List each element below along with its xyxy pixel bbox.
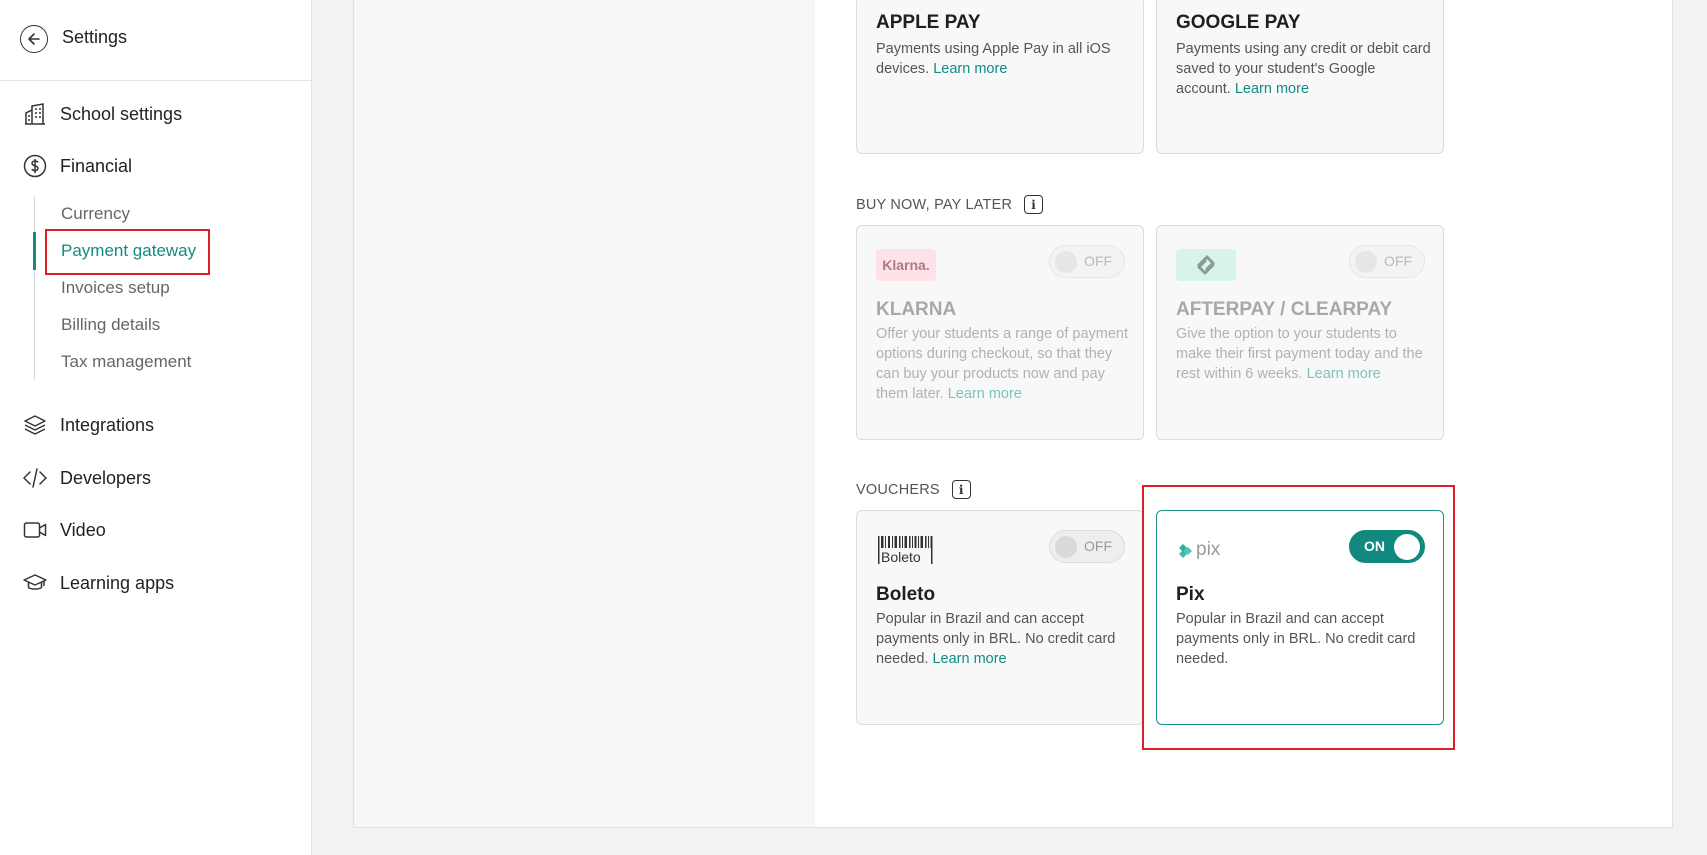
klarna-card: Klarna. OFF KLARNA Offer your students a… — [856, 225, 1144, 440]
section-title-text: BUY NOW, PAY LATER — [856, 196, 1013, 213]
section-title-text: VOUCHERS — [856, 481, 940, 498]
card-description: Offer your students a range of payment o… — [876, 326, 1129, 402]
sidebar-item-financial[interactable]: Financial — [22, 153, 132, 179]
toggle-knob — [1055, 536, 1077, 558]
sidebar-item-label: School settings — [60, 103, 183, 124]
google-pay-card: GOOGLE PAY Payments using any credit or … — [1156, 0, 1444, 154]
sidebar-item-learning-apps[interactable]: Learning apps — [22, 570, 174, 596]
boleto-card: Boleto OFF Boleto Popular in Brazil and … — [856, 510, 1144, 725]
toggle-label: OFF — [1084, 253, 1112, 269]
highlight-box — [45, 229, 210, 275]
main-left-column — [354, 0, 815, 827]
layers-icon — [22, 412, 48, 438]
toggle-label: OFF — [1384, 253, 1412, 269]
sidebar-subitem-billing-details[interactable]: Billing details — [61, 315, 160, 335]
settings-sidebar: Settings School settings Financial Curre… — [0, 0, 312, 855]
dollar-icon — [22, 153, 48, 179]
afterpay-card: OFF AFTERPAY / CLEARPAY Give the option … — [1156, 225, 1444, 440]
bnpl-section-title: BUY NOW, PAY LATER i — [856, 195, 1044, 214]
sidebar-item-label: Video — [60, 519, 106, 540]
video-icon — [22, 517, 48, 543]
building-icon — [22, 101, 48, 127]
info-icon[interactable]: i — [1024, 195, 1044, 214]
submenu-active-indicator — [33, 232, 36, 270]
card-description: Payments using any credit or debit card … — [1176, 41, 1431, 97]
boleto-toggle[interactable]: OFF — [1049, 530, 1125, 563]
learn-more-link[interactable]: Learn more — [948, 386, 1022, 402]
card-title: KLARNA — [876, 299, 957, 320]
svg-text:Boleto: Boleto — [881, 549, 921, 565]
submenu-line — [34, 196, 35, 380]
card-title: Boleto — [876, 584, 936, 605]
main-panel: APPLE PAY Payments using Apple Pay in al… — [353, 0, 1673, 828]
sidebar-item-label: Financial — [60, 155, 133, 176]
card-description: Payments using Apple Pay in all iOS devi… — [876, 41, 1111, 77]
toggle-label: OFF — [1084, 538, 1112, 554]
sidebar-item-school-settings[interactable]: School settings — [22, 101, 182, 127]
card-title: AFTERPAY / CLEARPAY — [1176, 299, 1393, 320]
vouchers-section-title: VOUCHERS i — [856, 480, 971, 499]
toggle-knob — [1055, 251, 1077, 273]
learn-more-link[interactable]: Learn more — [1235, 81, 1309, 97]
sidebar-title: Settings — [62, 26, 128, 47]
klarna-toggle[interactable]: OFF — [1049, 245, 1125, 278]
learn-more-link[interactable]: Learn more — [1307, 366, 1381, 382]
afterpay-logo — [1176, 249, 1236, 281]
apple-pay-card: APPLE PAY Payments using Apple Pay in al… — [856, 0, 1144, 154]
afterpay-toggle[interactable]: OFF — [1349, 245, 1425, 278]
card-description: Popular in Brazil and can accept payment… — [876, 611, 1116, 667]
sidebar-item-integrations[interactable]: Integrations — [22, 412, 154, 438]
sidebar-item-label: Integrations — [60, 414, 155, 435]
card-description: Give the option to your students to make… — [1176, 326, 1423, 382]
learn-more-link[interactable]: Learn more — [933, 61, 1007, 77]
card-title: GOOGLE PAY — [1176, 12, 1301, 33]
back-arrow-icon[interactable] — [20, 25, 48, 53]
learn-more-link[interactable]: Learn more — [932, 651, 1006, 667]
sidebar-subitem-tax-management[interactable]: Tax management — [61, 352, 191, 372]
card-title: APPLE PAY — [876, 12, 981, 33]
graduation-cap-icon — [22, 570, 48, 596]
sidebar-item-video[interactable]: Video — [22, 517, 106, 543]
boleto-logo: Boleto — [876, 535, 936, 565]
sidebar-item-developers[interactable]: Developers — [22, 465, 151, 491]
toggle-knob — [1355, 251, 1377, 273]
sidebar-header: Settings — [0, 0, 311, 81]
sidebar-item-label: Learning apps — [60, 572, 175, 593]
klarna-logo: Klarna. — [876, 249, 936, 281]
highlight-box — [1142, 485, 1455, 750]
sidebar-item-label: Developers — [60, 467, 152, 488]
info-icon[interactable]: i — [951, 480, 971, 499]
sidebar-subitem-invoices-setup[interactable]: Invoices setup — [61, 278, 170, 298]
code-icon — [22, 465, 48, 491]
sidebar-subitem-currency[interactable]: Currency — [61, 204, 130, 224]
